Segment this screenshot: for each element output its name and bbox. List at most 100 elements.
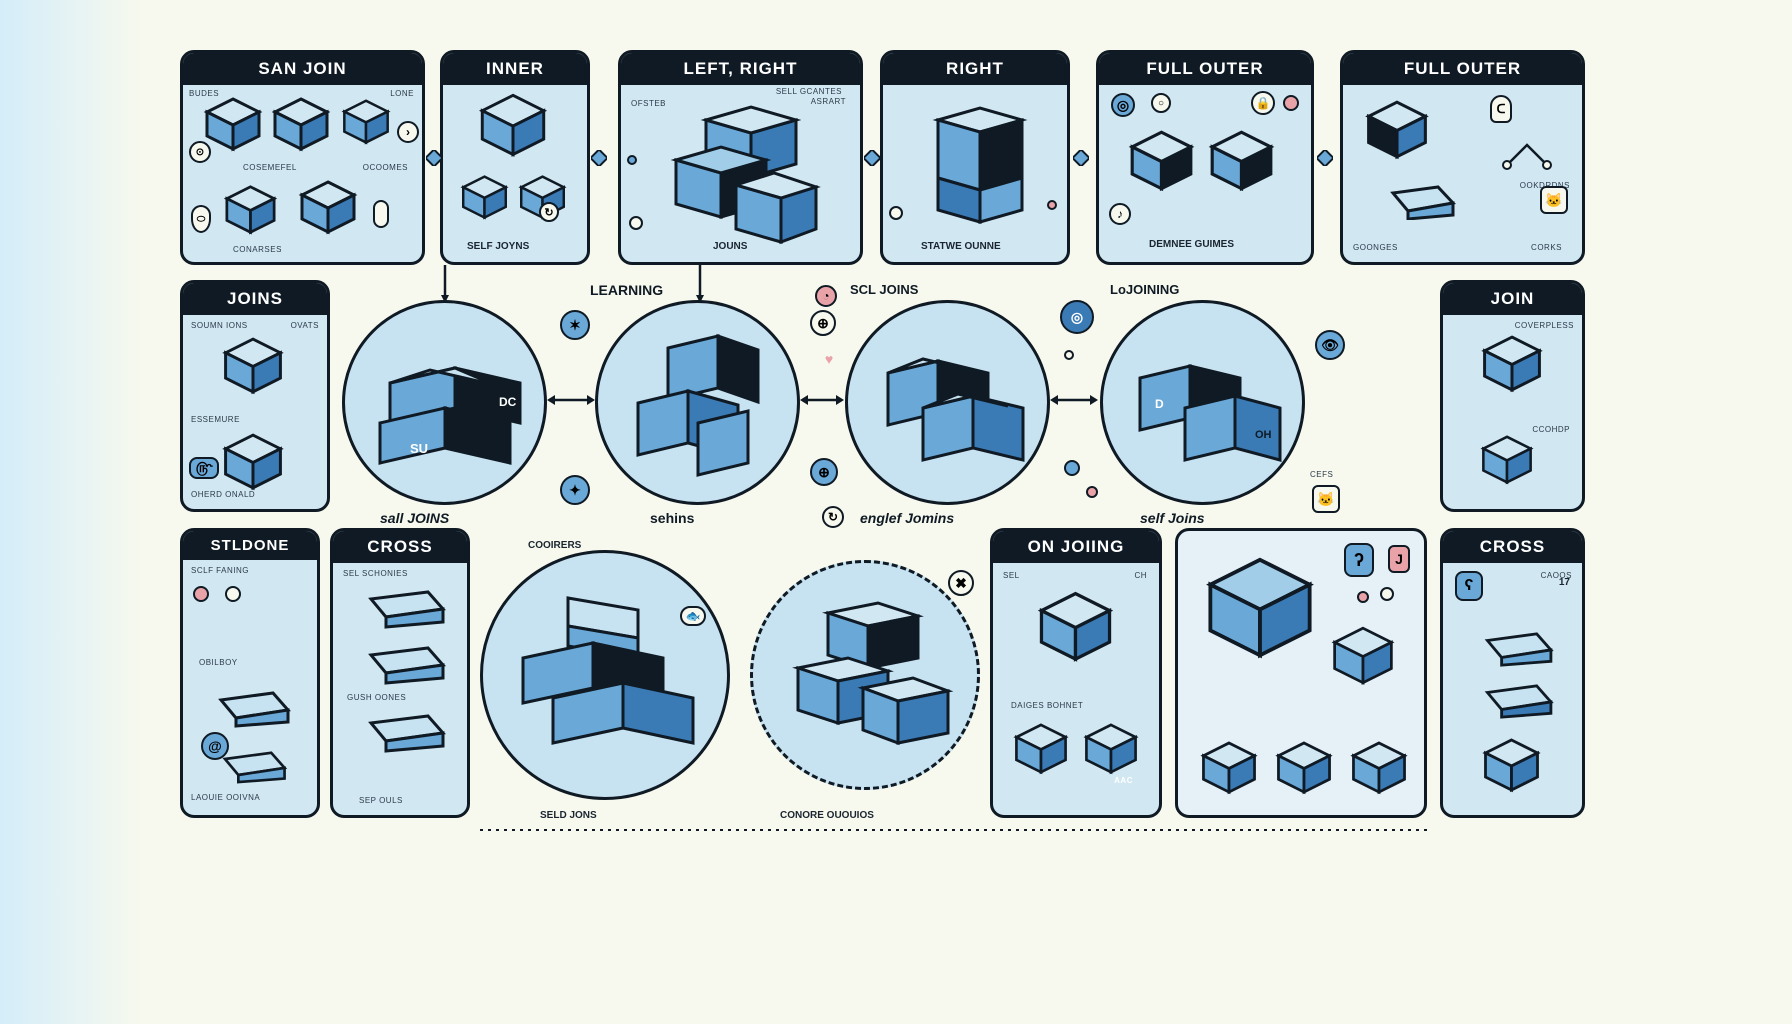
label: CCOHDP bbox=[1532, 425, 1570, 434]
label: CH bbox=[1134, 571, 1147, 580]
cross-icon: ✖ bbox=[948, 570, 974, 596]
circle-node-bottom-2 bbox=[750, 560, 980, 790]
heart-icon: ♥ bbox=[820, 350, 838, 368]
floating-label: sehins bbox=[650, 510, 694, 526]
cube-cluster-icon bbox=[628, 328, 778, 483]
refresh-icon: ↻ bbox=[822, 506, 844, 528]
connector-arrow bbox=[798, 390, 848, 410]
label: ONVMNG bbox=[1440, 380, 1445, 419]
globe-icon: ⊕ bbox=[810, 458, 838, 486]
dot-icon bbox=[629, 216, 643, 230]
e-badge-icon: ʔ bbox=[1344, 543, 1374, 577]
cube-icon bbox=[1328, 626, 1398, 686]
pin-icon: ⬭ bbox=[191, 205, 211, 233]
label: LONE bbox=[390, 89, 414, 98]
card-full-outer-2: FULL OUTER GOONGES CORKS OOKDRDNS ᑕ 🐱 bbox=[1340, 50, 1585, 265]
label: SCLF FANING bbox=[191, 566, 249, 575]
cube-icon bbox=[1477, 335, 1547, 393]
cube-icon bbox=[341, 99, 391, 145]
flat-tile-icon bbox=[353, 645, 448, 685]
oval-icon bbox=[373, 200, 389, 228]
cube-icon bbox=[218, 433, 288, 491]
label: ONNBE bbox=[440, 164, 443, 195]
floating-label: CEFS bbox=[1310, 470, 1333, 479]
card-right: RIGHT STATWE OUNNE bbox=[880, 50, 1070, 265]
dot-icon bbox=[1047, 200, 1057, 210]
flat-tile-icon bbox=[1468, 683, 1558, 719]
dot-icon bbox=[1380, 587, 1394, 601]
label: GOONGES bbox=[1353, 243, 1398, 252]
card-header: ON JOIING bbox=[993, 531, 1159, 563]
cube-icon bbox=[457, 175, 512, 220]
cube-cluster-icon: SU DC bbox=[365, 338, 530, 473]
floating-label: LoJOINING bbox=[1110, 282, 1179, 297]
cube-icon bbox=[1348, 741, 1410, 795]
label: OCOOMES bbox=[363, 163, 408, 172]
circle-badge-icon: ⊙ bbox=[189, 141, 211, 163]
diamond-connector-icon bbox=[591, 150, 607, 166]
flat-tile-icon bbox=[1468, 631, 1558, 667]
label: OVATS bbox=[291, 321, 319, 330]
label: OHERD ONALD bbox=[191, 490, 255, 499]
label: COVERPLESS bbox=[1515, 321, 1574, 330]
card-header: FULL OUTER bbox=[1099, 53, 1311, 85]
music-icon: ♪ bbox=[1109, 203, 1131, 225]
target-icon: ◎ bbox=[1060, 300, 1094, 334]
dotted-connector bbox=[480, 825, 1430, 835]
vertical-connector bbox=[440, 265, 450, 305]
cube-icon bbox=[1479, 738, 1544, 793]
circle-node-3 bbox=[845, 300, 1050, 505]
cube-icon bbox=[1198, 741, 1260, 795]
circle-node-4: D OH bbox=[1100, 300, 1305, 505]
dot-icon bbox=[1283, 95, 1299, 111]
label: OBILBOY bbox=[199, 658, 238, 667]
cube-icon bbox=[1124, 130, 1199, 192]
flat-tile-icon bbox=[353, 589, 448, 629]
dot-icon bbox=[1064, 350, 1074, 360]
diamond-connector-icon bbox=[864, 150, 880, 166]
label: CONORE OUOUIOS bbox=[780, 810, 874, 821]
label: SEL SCHONIES bbox=[343, 569, 408, 578]
label: CONARSES bbox=[233, 245, 282, 254]
cat-icon: 🐱 bbox=[1312, 485, 1340, 513]
card-full-outer-1: FULL OUTER DEMNEE GUIMES ◎ ○ 🔒 ♪ bbox=[1096, 50, 1314, 265]
diamond-connector-icon bbox=[426, 150, 442, 166]
diagram-canvas: SAN JOIN BUDES LONE COSEMEFEL OCOOMES CO… bbox=[180, 50, 1610, 880]
flat-tile-icon bbox=[209, 750, 289, 784]
label: SELF JOYNS bbox=[467, 241, 529, 252]
circle-node-1: SU DC bbox=[342, 300, 547, 505]
svg-text:D: D bbox=[1155, 397, 1164, 411]
emoji-icon: ʕ bbox=[1455, 571, 1483, 601]
card-on-joining: ON JOIING SEL CH DAIGES BOHNET AAC bbox=[990, 528, 1162, 818]
dot-icon bbox=[1086, 486, 1098, 498]
floating-label: self Joins bbox=[1140, 510, 1205, 526]
fish-icon: 🐟 bbox=[680, 606, 706, 626]
cube-icon bbox=[473, 93, 553, 158]
cube-cluster-icon bbox=[508, 588, 708, 768]
label: 17 bbox=[1559, 577, 1570, 588]
refresh-icon: ↻ bbox=[539, 202, 559, 222]
dot-icon bbox=[627, 155, 637, 165]
cube-icon bbox=[298, 180, 358, 235]
connector-arrow bbox=[545, 390, 600, 410]
card-stldone: STLDONE SCLF FANING OBILBOY LAOUIE OOIVN… bbox=[180, 528, 320, 818]
label: GUSH OONES bbox=[347, 693, 406, 702]
card-cross-right: CROSS CAOOS ʕ 17 bbox=[1440, 528, 1585, 818]
label: SELL GCANTES bbox=[776, 87, 842, 96]
ear-icon: ᑕ bbox=[1490, 95, 1512, 123]
card-bottom-big: ʔ J bbox=[1175, 528, 1427, 818]
pie-icon: ◔ bbox=[815, 285, 837, 307]
label: STATWE OUNNE bbox=[921, 241, 1001, 252]
label: SOUMN IONS bbox=[191, 321, 248, 330]
card-san-join: SAN JOIN BUDES LONE COSEMEFEL OCOOMES CO… bbox=[180, 50, 425, 265]
circle-node-bottom-1 bbox=[480, 550, 730, 800]
cube-icon bbox=[1200, 556, 1320, 661]
svg-text:OH: OH bbox=[1255, 429, 1272, 441]
card-header: JOINS bbox=[183, 283, 327, 315]
cube-cluster-icon bbox=[783, 598, 953, 758]
cube-icon bbox=[1033, 591, 1118, 663]
cube-icon bbox=[223, 185, 278, 235]
label: COSEMEFEL bbox=[243, 163, 297, 172]
cat-icon: 🐱 bbox=[1540, 186, 1568, 214]
dot-icon bbox=[1064, 460, 1080, 476]
